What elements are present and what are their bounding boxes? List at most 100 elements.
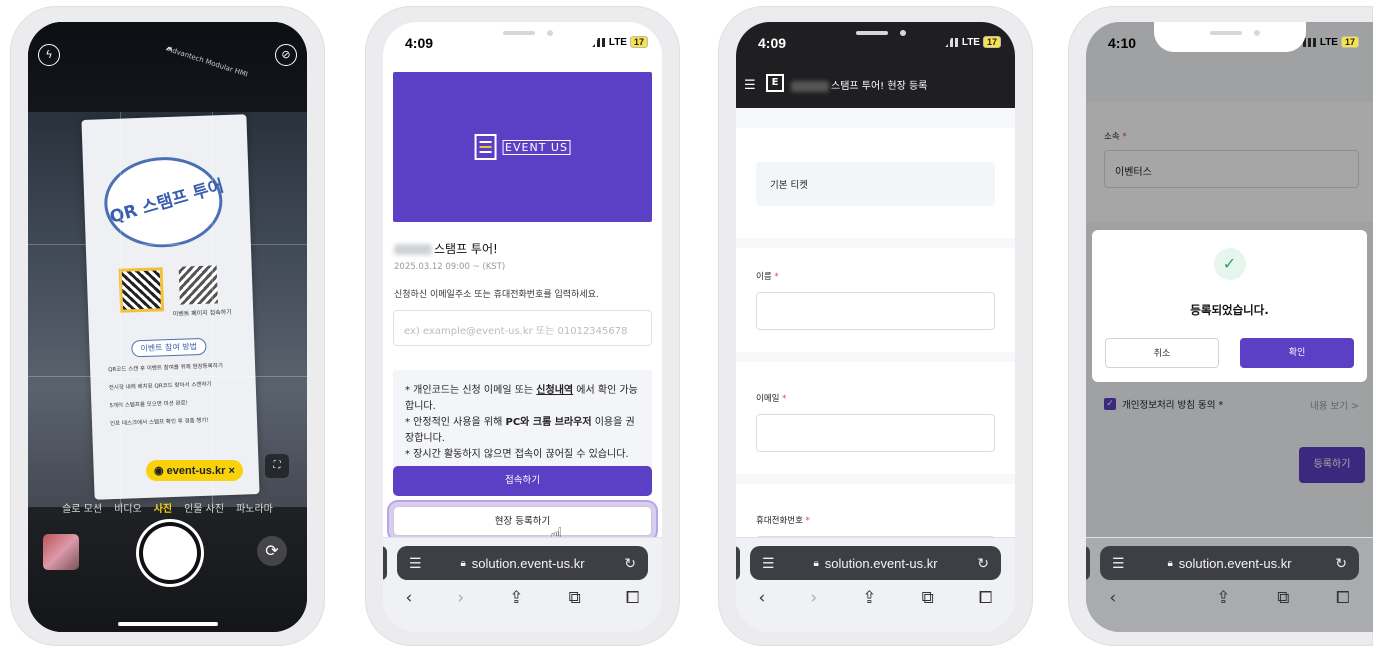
qr-link-pill[interactable]: ◉ event-us.kr ×	[146, 460, 243, 481]
tabs-icon[interactable]: ⧠	[1336, 588, 1350, 608]
notch	[446, 22, 599, 52]
name-field[interactable]	[756, 292, 995, 330]
reload-icon[interactable]: ↻	[977, 555, 989, 572]
ticket-card: 기본 티켓	[736, 128, 1015, 238]
email-field[interactable]	[756, 414, 995, 452]
notice-line-1: * 개인코드는 신청 이메일 또는 신청내역 에서 확인 가능합니다.	[405, 385, 638, 412]
camera-grid	[28, 112, 307, 512]
tabs-icon[interactable]: ⧠	[626, 588, 640, 608]
mode-video[interactable]: 비디오	[114, 500, 142, 515]
lock-icon: 🔒︎	[460, 557, 466, 569]
photo-thumbnail[interactable]	[43, 534, 79, 570]
close-icon[interactable]: ×	[228, 465, 234, 477]
notch	[799, 22, 952, 52]
contact-input[interactable]: ex) example@event-us.kr 또는 01012345678	[393, 310, 652, 346]
url-text: solution.event-us.kr	[824, 555, 938, 571]
nav-title-text: 스탬프 투어! 현장 등록	[831, 81, 928, 92]
battery-icon: 17	[1340, 36, 1359, 48]
address-bar[interactable]: ☰ 🔒︎ solution.event-us.kr ↻	[1100, 546, 1359, 580]
login-instruction: 신청하신 이메일주소 또는 휴대전화번호를 입력하세요.	[394, 290, 599, 300]
status-signal: LTE 17	[944, 36, 1001, 48]
event-title: 스탬프 투어!	[394, 240, 498, 257]
connect-button[interactable]: 접속하기	[393, 466, 652, 496]
tabs-icon[interactable]: ⧠	[979, 588, 993, 608]
confirm-button[interactable]: 확인	[1240, 338, 1354, 368]
onsite-register-button[interactable]: 현장 등록하기	[393, 506, 652, 536]
hamburger-menu-icon[interactable]: ☰	[744, 78, 756, 93]
notice-line-2: * 안정적인 사용을 위해 PC와 크롬 브라우저 이용을 권장합니다.	[405, 417, 635, 444]
forward-icon[interactable]: ›	[810, 588, 817, 608]
mode-photo[interactable]: 사진	[154, 500, 172, 515]
back-icon[interactable]: ‹	[1109, 588, 1116, 608]
reload-icon[interactable]: ↻	[1335, 555, 1347, 572]
address-bar[interactable]: ☰ 🔒︎ solution.event-us.kr ↻	[750, 546, 1001, 580]
safari-bar: ☰ 🔒︎ solution.event-us.kr ↻ ‹ › ⇪ ⧉ ⧠	[736, 537, 1015, 632]
bookmarks-icon[interactable]: ⧉	[922, 588, 934, 608]
event-hero-banner: EVENT US	[393, 72, 652, 222]
notch	[1153, 22, 1306, 52]
page-menu-icon[interactable]: ☰	[409, 555, 422, 572]
safari-bar: ☰ 🔒︎ solution.event-us.kr ↻ ‹ › ⇪ ⧉ ⧠	[383, 537, 662, 632]
chevron-up-icon[interactable]: ⌃	[158, 44, 180, 66]
url-text: solution.event-us.kr	[471, 555, 585, 571]
battery-icon: 17	[629, 36, 648, 48]
flash-icon[interactable]: ϟ	[38, 44, 60, 66]
page-menu-icon[interactable]: ☰	[762, 555, 775, 572]
cancel-button[interactable]: 취소	[1105, 338, 1219, 368]
back-icon[interactable]: ‹	[759, 588, 766, 608]
check-icon: ✓	[1213, 248, 1246, 280]
url-text: solution.event-us.kr	[1178, 555, 1292, 571]
battery-icon: 17	[982, 36, 1001, 48]
phone-login: 4:09 LTE 17 EVENT US 스탬프 투어! 2025.03.12 0…	[365, 6, 680, 646]
nav-title: 스탬프 투어! 현장 등록	[791, 77, 927, 92]
safari-toolbar: ‹ › ⇪ ⧉ ⧠	[383, 588, 662, 608]
bookmarks-icon[interactable]: ⧉	[1277, 588, 1289, 608]
register-screen: 4:09 LTE 17 ☰ E 스탬프 투어! 현장 등록 기본 티켓 이름 * …	[736, 22, 1015, 632]
forward-icon[interactable]: ›	[1163, 588, 1170, 608]
camera-screen: QR 스탬프 투어 이벤트 페이지 접속하기 이벤트 참여 방법 QR코드 스캔…	[28, 22, 307, 632]
mode-portrait[interactable]: 인물 사진	[184, 500, 224, 515]
bookmarks-icon[interactable]: ⧉	[569, 588, 581, 608]
name-label: 이름 *	[756, 272, 779, 282]
eventus-logo: EVENT US	[474, 134, 571, 160]
notice-line-3: * 장시간 활동하지 않으면 접속이 끊어질 수 있습니다.	[405, 449, 629, 460]
share-icon[interactable]: ⇪	[862, 588, 876, 608]
name-card: 이름 *	[736, 248, 1015, 352]
network-label: LTE	[961, 36, 980, 48]
camera-modes: 슬로 모션 비디오 사진 인물 사진 파노라마	[28, 500, 307, 515]
share-icon[interactable]: ⇪	[509, 588, 523, 608]
email-label: 이메일 *	[756, 394, 787, 404]
home-indicator	[117, 622, 218, 626]
application-history-link[interactable]: 신청내역	[536, 385, 573, 396]
back-icon[interactable]: ‹	[406, 588, 413, 608]
share-icon[interactable]: ⇪	[1216, 588, 1230, 608]
forward-icon[interactable]: ›	[457, 588, 464, 608]
page-menu-icon[interactable]: ☰	[1112, 555, 1125, 572]
phone-register: 4:09 LTE 17 ☰ E 스탬프 투어! 현장 등록 기본 티켓 이름 * …	[718, 6, 1033, 646]
lock-icon: 🔒︎	[1167, 557, 1173, 569]
network-label: LTE	[1319, 36, 1338, 48]
lock-icon: 🔒︎	[813, 557, 819, 569]
mode-slomo[interactable]: 슬로 모션	[62, 500, 102, 515]
qr-scan-icon[interactable]: ⛶	[265, 454, 289, 478]
eventus-logo-icon[interactable]: E	[766, 74, 784, 92]
phone-camera: QR 스탬프 투어 이벤트 페이지 접속하기 이벤트 참여 방법 QR코드 스캔…	[10, 6, 325, 646]
phone-label: 휴대전화번호 *	[756, 516, 810, 526]
success-modal: ✓ 등록되었습니다. 취소 확인	[1092, 230, 1367, 382]
modal-message: 등록되었습니다.	[1190, 303, 1269, 317]
status-signal: LTE 17	[1302, 36, 1359, 48]
mode-pano[interactable]: 파노라마	[236, 500, 273, 515]
camera-top-bar	[28, 22, 307, 112]
status-time: 4:10	[1108, 35, 1137, 51]
address-bar[interactable]: ☰ 🔒︎ solution.event-us.kr ↻	[397, 546, 648, 580]
compass-icon: ◉	[154, 465, 164, 477]
ticket-option[interactable]: 기본 티켓	[756, 162, 995, 206]
live-off-icon[interactable]: ⊘	[275, 44, 297, 66]
shutter-button[interactable]	[143, 526, 197, 580]
login-screen: 4:09 LTE 17 EVENT US 스탬프 투어! 2025.03.12 0…	[383, 22, 662, 632]
reload-icon[interactable]: ↻	[624, 555, 636, 572]
safari-bar: ☰ 🔒︎ solution.event-us.kr ↻ ‹ › ⇪ ⧉ ⧠	[1086, 537, 1373, 632]
status-time: 4:09	[405, 35, 434, 51]
status-signal: LTE 17	[591, 36, 648, 48]
rotate-camera-icon[interactable]: ⟳	[257, 536, 287, 566]
